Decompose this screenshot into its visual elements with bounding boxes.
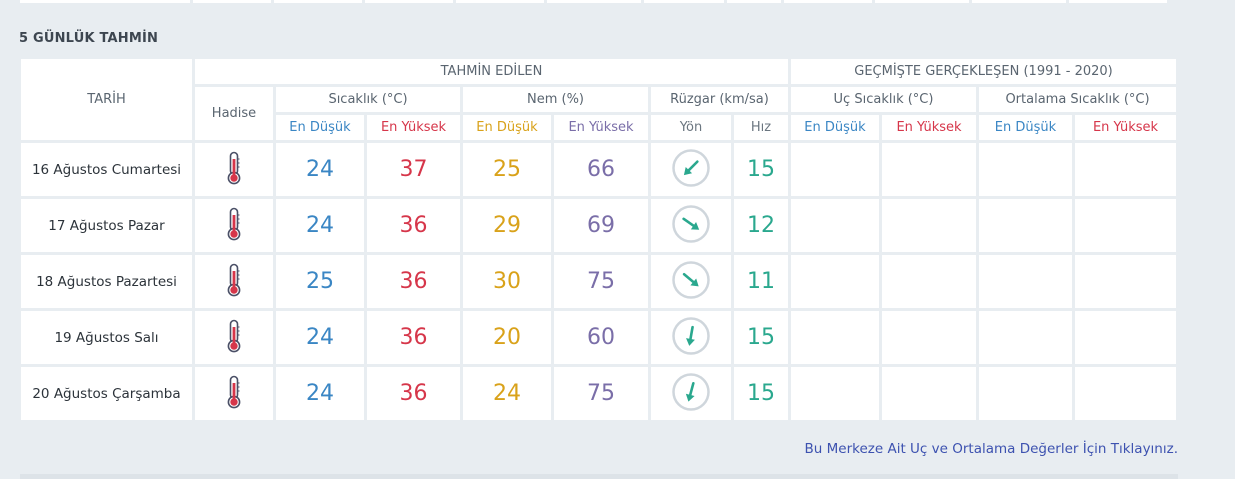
row-extreme-low xyxy=(791,367,879,420)
forecast-row: 19 Ağustos Salı 24 36 20 60 15 xyxy=(21,311,1176,364)
row-temp-low: 24 xyxy=(276,143,364,196)
row-temp-high: 36 xyxy=(367,255,460,308)
wind-direction-icon xyxy=(671,260,711,300)
header-ruzgar: Rüzgar (km/sa) xyxy=(651,87,788,112)
header-tahmin-edilen: TAHMİN EDİLEN xyxy=(195,59,788,84)
row-hadise xyxy=(195,143,273,196)
row-wind-speed: 15 xyxy=(734,367,788,420)
row-date: 17 Ağustos Pazar xyxy=(21,199,192,252)
thermometer-icon xyxy=(224,151,244,185)
section-title: 5 GÜNLÜK TAHMİN xyxy=(19,31,159,46)
header-avg-low: En Düşük xyxy=(979,115,1072,140)
forecast-row: 17 Ağustos Pazar 24 36 29 69 12 xyxy=(21,199,1176,252)
header-wind-direction: Yön xyxy=(651,115,731,140)
row-hadise xyxy=(195,367,273,420)
row-humidity-high: 69 xyxy=(554,199,648,252)
row-wind-speed: 11 xyxy=(734,255,788,308)
row-avg-high xyxy=(1075,367,1176,420)
row-extreme-low xyxy=(791,199,879,252)
row-temp-low: 24 xyxy=(276,311,364,364)
thermometer-icon xyxy=(224,263,244,297)
forecast-row: 20 Ağustos Çarşamba 24 36 24 75 15 xyxy=(21,367,1176,420)
row-avg-high xyxy=(1075,143,1176,196)
thermometer-icon xyxy=(224,207,244,241)
header-uc-sicaklik: Uç Sıcaklık (°C) xyxy=(791,87,976,112)
row-temp-high: 36 xyxy=(367,367,460,420)
row-humidity-low: 30 xyxy=(463,255,551,308)
row-avg-high xyxy=(1075,255,1176,308)
row-hadise xyxy=(195,255,273,308)
row-extreme-high xyxy=(882,367,976,420)
row-wind-direction xyxy=(651,143,731,196)
row-date: 16 Ağustos Cumartesi xyxy=(21,143,192,196)
row-humidity-low: 20 xyxy=(463,311,551,364)
row-avg-low xyxy=(979,311,1072,364)
row-wind-speed: 12 xyxy=(734,199,788,252)
row-temp-high: 37 xyxy=(367,143,460,196)
row-avg-high xyxy=(1075,199,1176,252)
header-temp-low: En Düşük xyxy=(276,115,364,140)
row-avg-low xyxy=(979,199,1072,252)
row-wind-direction xyxy=(651,367,731,420)
header-hum-high: En Yüksek xyxy=(554,115,648,140)
row-avg-low xyxy=(979,255,1072,308)
header-temp-high: En Yüksek xyxy=(367,115,460,140)
header-extreme-low: En Düşük xyxy=(791,115,879,140)
wind-direction-icon xyxy=(671,148,711,188)
row-humidity-high: 60 xyxy=(554,311,648,364)
wind-direction-icon xyxy=(671,372,711,412)
wind-direction-icon xyxy=(671,204,711,244)
wind-direction-icon xyxy=(671,316,711,356)
header-gecmiste-gerceklesen: GEÇMİŞTE GERÇEKLEŞEN (1991 - 2020) xyxy=(791,59,1176,84)
header-avg-high: En Yüksek xyxy=(1075,115,1176,140)
row-extreme-high xyxy=(882,311,976,364)
row-date: 20 Ağustos Çarşamba xyxy=(21,367,192,420)
row-wind-direction xyxy=(651,311,731,364)
row-date: 18 Ağustos Pazartesi xyxy=(21,255,192,308)
row-humidity-low: 24 xyxy=(463,367,551,420)
header-tarih: TARİH xyxy=(21,59,192,140)
row-humidity-high: 66 xyxy=(554,143,648,196)
header-nem: Nem (%) xyxy=(463,87,648,112)
row-wind-direction xyxy=(651,255,731,308)
header-extreme-high: En Yüksek xyxy=(882,115,976,140)
row-extreme-low xyxy=(791,311,879,364)
row-avg-low xyxy=(979,143,1072,196)
row-humidity-low: 25 xyxy=(463,143,551,196)
forecast-row: 16 Ağustos Cumartesi 24 37 25 66 15 xyxy=(21,143,1176,196)
row-avg-high xyxy=(1075,311,1176,364)
thermometer-icon xyxy=(224,319,244,353)
row-extreme-high xyxy=(882,255,976,308)
row-humidity-high: 75 xyxy=(554,367,648,420)
header-hadise: Hadise xyxy=(195,87,273,140)
header-wind-speed: Hız xyxy=(734,115,788,140)
row-humidity-low: 29 xyxy=(463,199,551,252)
row-temp-high: 36 xyxy=(367,199,460,252)
header-sicaklik: Sıcaklık (°C) xyxy=(276,87,460,112)
row-temp-low: 25 xyxy=(276,255,364,308)
previous-table-bottom-edge xyxy=(20,0,1178,3)
row-extreme-high xyxy=(882,199,976,252)
row-avg-low xyxy=(979,367,1072,420)
row-extreme-low xyxy=(791,143,879,196)
forecast-row: 18 Ağustos Pazartesi 25 36 30 75 11 xyxy=(21,255,1176,308)
row-humidity-high: 75 xyxy=(554,255,648,308)
row-extreme-high xyxy=(882,143,976,196)
header-hum-low: En Düşük xyxy=(463,115,551,140)
forecast-table: TARİH TAHMİN EDİLEN GEÇMİŞTE GERÇEKLEŞEN… xyxy=(18,56,1179,423)
row-temp-low: 24 xyxy=(276,367,364,420)
header-ortalama-sicaklik: Ortalama Sıcaklık (°C) xyxy=(979,87,1176,112)
bottom-divider xyxy=(20,474,1178,479)
row-wind-direction xyxy=(651,199,731,252)
thermometer-icon xyxy=(224,375,244,409)
row-wind-speed: 15 xyxy=(734,143,788,196)
historical-values-link[interactable]: Bu Merkeze Ait Uç ve Ortalama Değerler İ… xyxy=(805,441,1178,457)
row-temp-low: 24 xyxy=(276,199,364,252)
row-hadise xyxy=(195,311,273,364)
row-date: 19 Ağustos Salı xyxy=(21,311,192,364)
row-extreme-low xyxy=(791,255,879,308)
row-wind-speed: 15 xyxy=(734,311,788,364)
row-temp-high: 36 xyxy=(367,311,460,364)
row-hadise xyxy=(195,199,273,252)
